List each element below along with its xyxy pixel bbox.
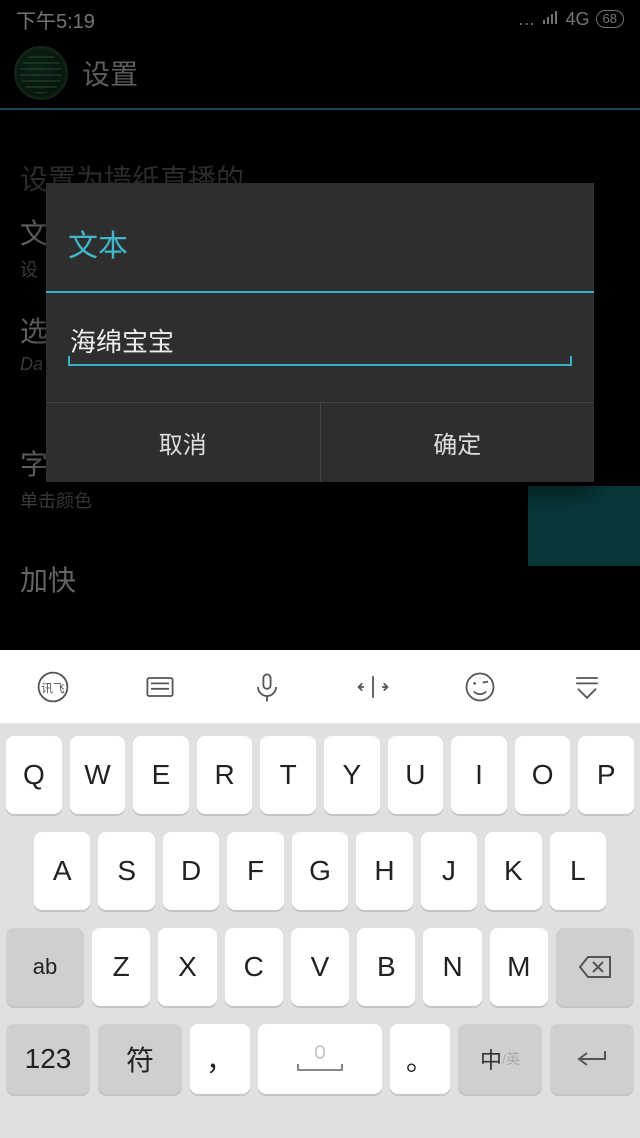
key-v[interactable]: V (291, 928, 349, 1006)
key-b[interactable]: B (357, 928, 415, 1006)
key-c[interactable]: C (225, 928, 283, 1006)
key-q[interactable]: Q (6, 736, 62, 814)
kb-row-1: Q W E R T Y U I O P (6, 736, 634, 814)
key-i[interactable]: I (451, 736, 507, 814)
key-h[interactable]: H (356, 832, 412, 910)
key-o[interactable]: O (515, 736, 571, 814)
text-dialog: 文本 取消 确定 (46, 183, 594, 482)
cursor-icon[interactable] (351, 665, 395, 709)
key-p[interactable]: P (578, 736, 634, 814)
text-input[interactable] (68, 319, 572, 366)
kb-row-2: A S D F G H J K L (6, 832, 634, 910)
svg-text:讯飞: 讯飞 (42, 682, 66, 695)
dialog-title: 文本 (46, 183, 594, 291)
keyboard: 讯飞 Q W E R T Y U I O P (0, 650, 640, 1138)
key-u[interactable]: U (388, 736, 444, 814)
space-key[interactable] (258, 1024, 382, 1094)
symbols-key[interactable]: 符 (98, 1024, 182, 1094)
dialog-actions: 取消 确定 (46, 402, 594, 482)
key-k[interactable]: K (485, 832, 541, 910)
period-key[interactable]: 。 (390, 1024, 450, 1094)
comma-key[interactable]: ， (190, 1024, 250, 1094)
mic-icon[interactable] (245, 665, 289, 709)
kb-row-4: 123 符 ， 。 中/英 (6, 1024, 634, 1094)
kb-row-3: ab Z X C V B N M (6, 928, 634, 1006)
numeric-key[interactable]: 123 (6, 1024, 90, 1094)
space-icon (290, 1044, 350, 1074)
keyboard-rows: Q W E R T Y U I O P A S D F G H J K L ab… (0, 724, 640, 1138)
key-w[interactable]: W (70, 736, 126, 814)
keyboard-icon[interactable] (138, 665, 182, 709)
keyboard-toolbar: 讯飞 (0, 650, 640, 724)
key-r[interactable]: R (197, 736, 253, 814)
key-y[interactable]: Y (324, 736, 380, 814)
key-n[interactable]: N (423, 928, 481, 1006)
emoji-icon[interactable] (458, 665, 502, 709)
lang-main: 中 (480, 1043, 502, 1075)
backspace-key[interactable] (556, 928, 634, 1006)
backspace-icon (578, 955, 612, 979)
key-a[interactable]: A (34, 832, 90, 910)
key-z[interactable]: Z (92, 928, 150, 1006)
key-j[interactable]: J (421, 832, 477, 910)
enter-key[interactable] (550, 1024, 634, 1094)
lang-sub: /英 (502, 1049, 520, 1069)
key-s[interactable]: S (98, 832, 154, 910)
key-f[interactable]: F (227, 832, 283, 910)
ime-logo-icon[interactable]: 讯飞 (31, 665, 75, 709)
language-key[interactable]: 中/英 (458, 1024, 542, 1094)
key-g[interactable]: G (292, 832, 348, 910)
key-t[interactable]: T (260, 736, 316, 814)
key-l[interactable]: L (550, 832, 606, 910)
key-d[interactable]: D (163, 832, 219, 910)
text-input-wrap (68, 319, 572, 366)
enter-icon (575, 1049, 609, 1069)
key-x[interactable]: X (158, 928, 216, 1006)
shift-key[interactable]: ab (6, 928, 84, 1006)
confirm-button[interactable]: 确定 (320, 403, 595, 482)
key-m[interactable]: M (490, 928, 548, 1006)
collapse-icon[interactable] (565, 665, 609, 709)
key-e[interactable]: E (133, 736, 189, 814)
cancel-button[interactable]: 取消 (46, 403, 320, 482)
